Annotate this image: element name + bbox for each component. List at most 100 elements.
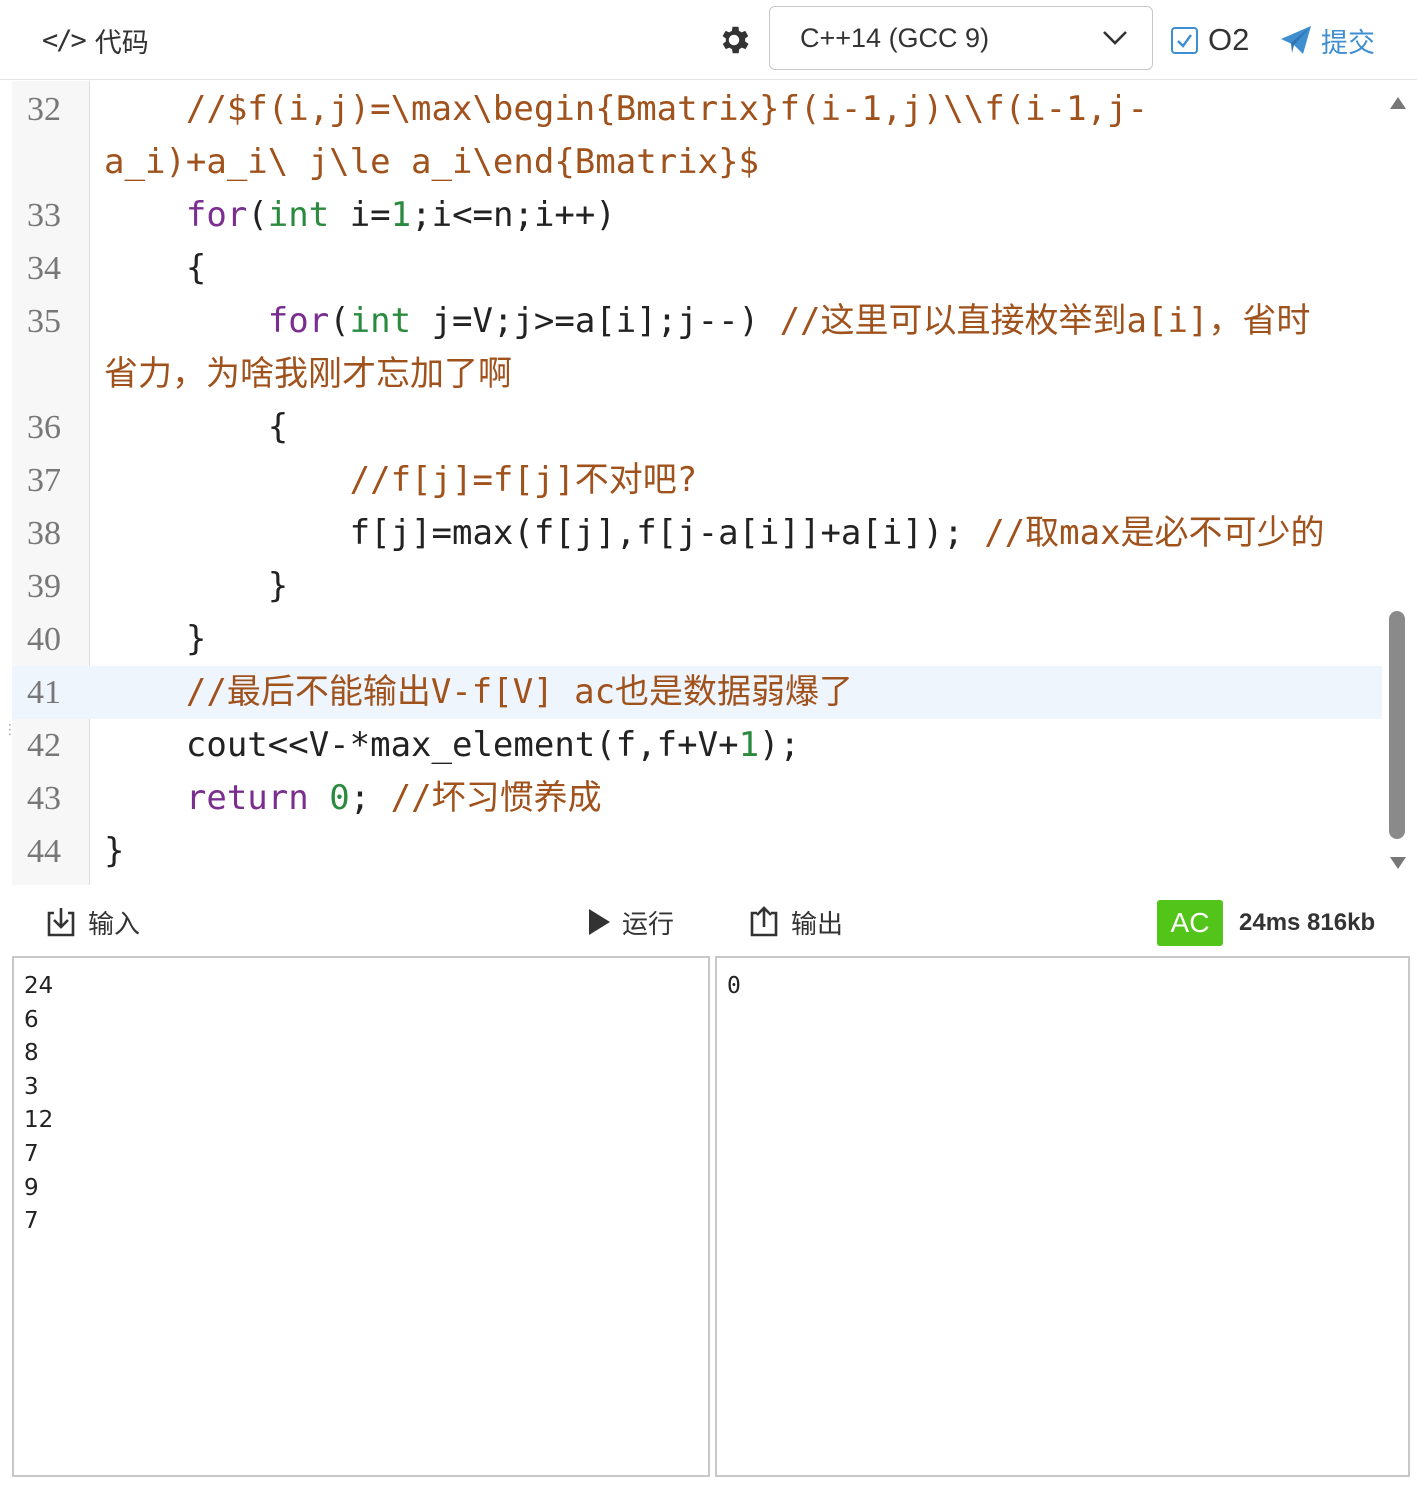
- code-token: (: [329, 301, 350, 341]
- run-stats: 24ms 816kb: [1239, 909, 1376, 936]
- code-text: f[j]=max(f[j],f[j-a[i]]+a[i]); //取max是必不…: [104, 507, 1325, 560]
- submit-button[interactable]: 提交: [1279, 20, 1375, 60]
- code-line[interactable]: 32 //$f(i,j)=\max\begin{Bmatrix}f(i-1,j)…: [12, 83, 1382, 136]
- scroll-up-arrow-icon[interactable]: [1390, 97, 1406, 109]
- code-token: for: [267, 301, 330, 341]
- code-token: 0: [329, 778, 350, 818]
- send-icon: [1281, 26, 1311, 54]
- play-icon: [589, 909, 610, 935]
- code-text: //$f(i,j)=\max\begin{Bmatrix}f(i-1,j)\\f…: [104, 83, 1148, 136]
- output-textarea[interactable]: 0: [715, 956, 1410, 1477]
- scrollbar-thumb[interactable]: [1389, 611, 1405, 839]
- code-tab-label: 代码: [94, 27, 149, 59]
- code-text: }: [104, 613, 206, 666]
- code-text: //f[j]=f[j]不对吧?: [104, 454, 698, 507]
- code-token: for: [185, 195, 248, 235]
- code-line[interactable]: 40 }: [12, 613, 1382, 666]
- code-line[interactable]: 37 //f[j]=f[j]不对吧?: [12, 454, 1382, 507]
- code-line[interactable]: 43 return 0; //坏习惯养成: [12, 772, 1382, 825]
- code-token: (: [247, 195, 268, 235]
- code-comment: //$f(i,j)=\max\begin{Bmatrix}f(i-1,j)\\f…: [104, 89, 1148, 129]
- run-button[interactable]: 运行: [586, 904, 674, 940]
- code-comment: //坏习惯养成: [390, 778, 602, 818]
- code-line[interactable]: 36 {: [12, 401, 1382, 454]
- line-number: 34: [27, 250, 61, 287]
- code-comment: //最后不能输出V-f[V] ac也是数据弱爆了: [185, 672, 854, 712]
- code-token: }: [104, 566, 289, 606]
- code-token: }: [104, 619, 207, 659]
- code-line[interactable]: 35 for(int j=V;j>=a[i];j--) //这里可以直接枚举到a…: [12, 295, 1382, 348]
- code-token: }: [104, 831, 125, 871]
- code-comment: //取max是必不可少的: [984, 513, 1325, 553]
- code-line[interactable]: 44}: [12, 825, 1382, 878]
- output-line: 0: [727, 973, 741, 999]
- code-comment: //f[j]=f[j]不对吧?: [349, 460, 698, 500]
- output-label: 输出: [791, 909, 844, 940]
- code-token: ;: [349, 778, 391, 818]
- code-token: {: [104, 407, 289, 447]
- code-tab[interactable]: </> 代码: [42, 22, 149, 59]
- code-token: 1: [390, 195, 412, 235]
- output-tab[interactable]: 输出: [747, 904, 843, 940]
- status-badge: AC: [1157, 900, 1223, 946]
- code-comment: a_i)+a_i\ j\le a_i\end{Bmatrix}$: [104, 142, 760, 182]
- code-text: for(int i=1;i<=n;i++): [104, 189, 616, 242]
- code-text: cout<<V-*max_element(f,f+V+1);: [104, 719, 800, 772]
- o2-toggle[interactable]: O2: [1171, 20, 1249, 60]
- code-text: //最后不能输出V-f[V] ac也是数据弱爆了: [104, 666, 853, 719]
- code-line[interactable]: 34 {: [12, 242, 1382, 295]
- line-number: 35: [27, 303, 61, 340]
- line-number: 43: [27, 780, 61, 817]
- code-text: 省力，为啥我刚才忘加了啊: [104, 348, 512, 401]
- import-icon: [47, 908, 75, 937]
- input-line: 8: [24, 1040, 39, 1067]
- code-line[interactable]: 42 cout<<V-*max_element(f,f+V+1);: [12, 719, 1382, 772]
- code-line[interactable]: a_i)+a_i\ j\le a_i\end{Bmatrix}$: [12, 136, 1382, 189]
- line-number: 37: [27, 462, 61, 499]
- code-token: 1: [738, 725, 760, 765]
- code-text: }: [104, 825, 124, 878]
- code-token: int: [267, 195, 330, 235]
- submit-label: 提交: [1321, 27, 1375, 59]
- code-line[interactable]: 省力，为啥我刚才忘加了啊: [12, 348, 1382, 401]
- code-line[interactable]: 38 f[j]=max(f[j],f[j-a[i]]+a[i]); //取max…: [12, 507, 1382, 560]
- code-token: return: [185, 778, 309, 818]
- code-comment: //这里可以直接枚举到a[i]，省时: [779, 301, 1311, 341]
- input-label: 输入: [88, 909, 141, 940]
- code-line[interactable]: 39 }: [12, 560, 1382, 613]
- code-icon: </>: [42, 24, 87, 56]
- code-editor[interactable]: 32 //$f(i,j)=\max\begin{Bmatrix}f(i-1,j)…: [12, 81, 1410, 885]
- code-text: }: [104, 560, 288, 613]
- input-line: 24: [24, 973, 54, 999]
- code-line[interactable]: 41 //最后不能输出V-f[V] ac也是数据弱爆了: [12, 666, 1382, 719]
- code-text: {: [104, 242, 206, 295]
- code-comment: 省力，为啥我刚才忘加了啊: [104, 354, 512, 394]
- input-textarea[interactable]: 24 6 8 3 12 7 9 7: [12, 956, 710, 1477]
- resize-handle[interactable]: ⋮: [3, 723, 17, 737]
- vertical-scrollbar[interactable]: [1386, 81, 1410, 885]
- code-text: a_i)+a_i\ j\le a_i\end{Bmatrix}$: [104, 136, 759, 189]
- line-number: 39: [27, 568, 61, 605]
- line-number: 40: [27, 621, 61, 658]
- gear-icon[interactable]: [716, 22, 752, 58]
- code-token: j=V;j>=a[i];j--): [411, 301, 780, 341]
- input-line: 6: [24, 1006, 39, 1033]
- line-number: 41: [27, 674, 61, 711]
- checkbox-checked-icon[interactable]: [1171, 26, 1198, 54]
- o2-label: O2: [1208, 22, 1250, 57]
- code-token: i=: [329, 195, 391, 235]
- input-line: 7: [24, 1208, 39, 1235]
- language-select[interactable]: C++14 (GCC 9): [769, 6, 1153, 70]
- run-label: 运行: [622, 909, 675, 940]
- code-token: int: [349, 301, 412, 341]
- scroll-down-arrow-icon[interactable]: [1390, 857, 1406, 869]
- line-number: 36: [27, 409, 61, 446]
- input-tab[interactable]: 输入: [44, 904, 140, 940]
- code-line[interactable]: 33 for(int i=1;i<=n;i++): [12, 189, 1382, 242]
